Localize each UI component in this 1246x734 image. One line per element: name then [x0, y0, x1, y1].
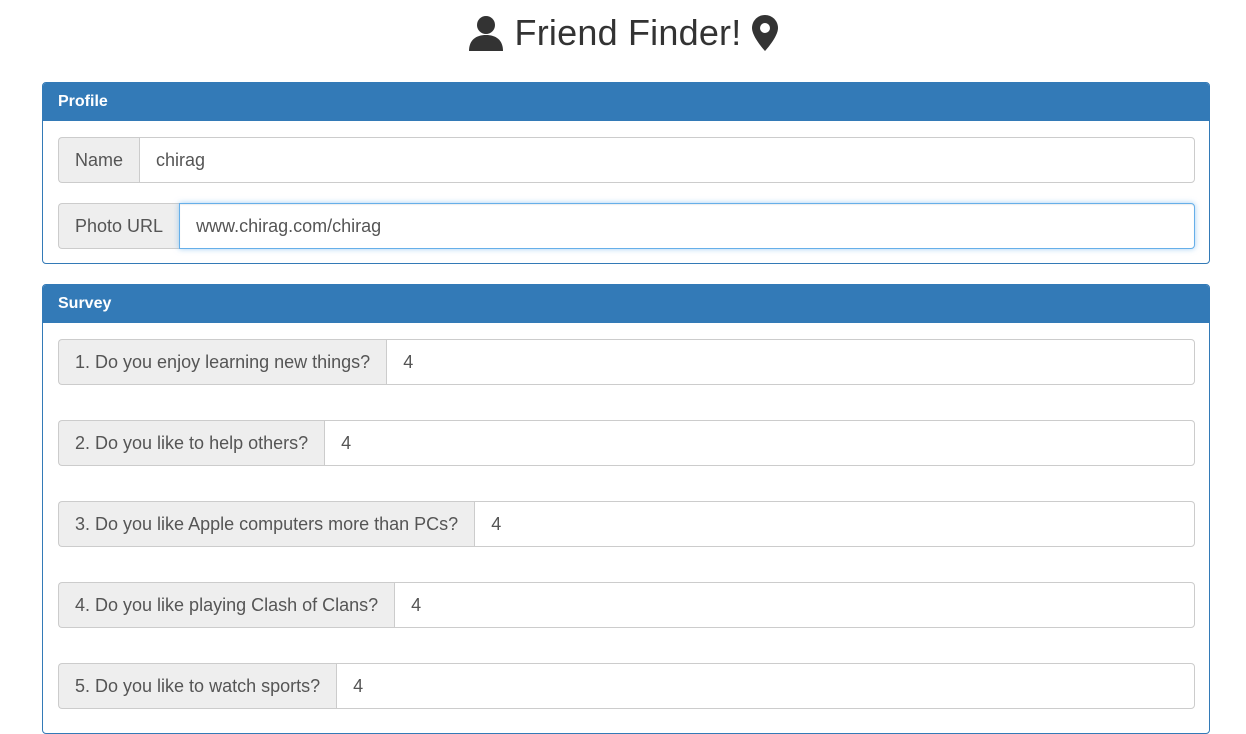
question-3-label: 3. Do you like Apple computers more than…	[58, 501, 475, 547]
page-title: Friend Finder!	[514, 12, 742, 53]
question-4-select[interactable]: 4	[394, 582, 1195, 628]
name-input[interactable]	[139, 137, 1195, 183]
question-5-select[interactable]: 4	[336, 663, 1195, 709]
survey-question-4: 4. Do you like playing Clash of Clans? 4	[58, 582, 1195, 628]
survey-question-1: 1. Do you enjoy learning new things? 4	[58, 339, 1195, 385]
name-label: Name	[58, 137, 140, 183]
question-1-select[interactable]: 4	[386, 339, 1195, 385]
name-input-group: Name	[58, 137, 1195, 183]
question-3-select[interactable]: 4	[474, 501, 1195, 547]
question-4-label: 4. Do you like playing Clash of Clans?	[58, 582, 395, 628]
user-icon	[467, 14, 505, 52]
profile-heading: Profile	[43, 83, 1209, 121]
survey-question-2: 2. Do you like to help others? 4	[58, 420, 1195, 466]
question-2-label: 2. Do you like to help others?	[58, 420, 325, 466]
survey-panel: Survey 1. Do you enjoy learning new thin…	[42, 284, 1210, 734]
photo-url-input-group: Photo URL	[58, 203, 1195, 249]
map-marker-icon	[751, 14, 779, 52]
survey-question-5: 5. Do you like to watch sports? 4	[58, 663, 1195, 709]
survey-heading: Survey	[43, 285, 1209, 323]
question-2-select[interactable]: 4	[324, 420, 1195, 466]
page-header: Friend Finder!	[0, 8, 1246, 58]
photo-url-input[interactable]	[179, 203, 1195, 249]
profile-panel: Profile Name Photo URL	[42, 82, 1210, 264]
survey-question-3: 3. Do you like Apple computers more than…	[58, 501, 1195, 547]
photo-url-label: Photo URL	[58, 203, 180, 249]
question-5-label: 5. Do you like to watch sports?	[58, 663, 337, 709]
question-1-label: 1. Do you enjoy learning new things?	[58, 339, 387, 385]
